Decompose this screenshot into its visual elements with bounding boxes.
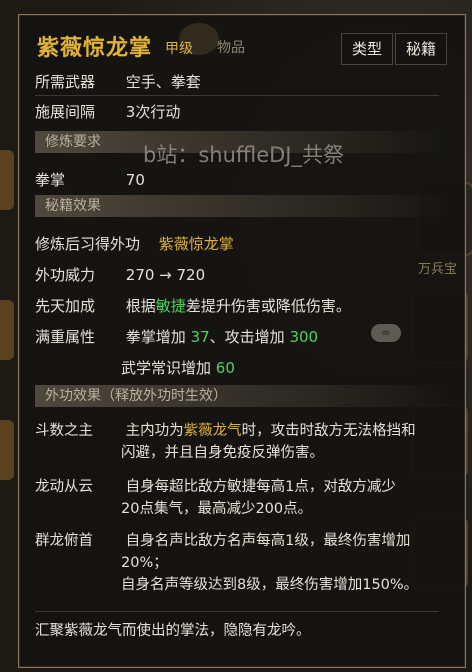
external-3-line1: 自身名声比敌方名声每高1级，最终伤害增加 xyxy=(125,533,411,549)
interval-label: 施展间隔 xyxy=(35,103,96,121)
external-effect-3-line3: 自身名声等级达到8级，最终伤害增加150%。 xyxy=(121,577,419,593)
requirement-row: 拳掌 70 xyxy=(35,169,145,190)
requirement-label: 拳掌 xyxy=(35,171,66,189)
weapon-value: 空手、拳套 xyxy=(125,73,201,91)
weapon-label: 所需武器 xyxy=(35,73,96,91)
watermark-text: b站：shuffleDJ_共祭 xyxy=(143,143,344,167)
tooltip-header: 紫薇惊龙掌 甲级 物品 类型 秘籍 xyxy=(19,15,465,71)
heavy-text-3: 武学常识增加 xyxy=(121,359,216,377)
type-tag: 类型 xyxy=(341,33,393,65)
faded-tab-label: 物品 xyxy=(217,40,245,56)
innate-label: 先天加成 xyxy=(35,297,96,315)
heavy-text-1: 拳掌增加 xyxy=(125,328,191,346)
interval-row: 施展间隔 3次行动 xyxy=(35,101,180,122)
item-grade: 甲级 xyxy=(165,41,193,57)
heavy-text-2: 、攻击增加 xyxy=(209,328,290,346)
external-2-line1: 自身每超比敌方敏捷每高1点，对敌方减少 xyxy=(125,479,396,495)
innate-attribute: 敏捷 xyxy=(155,297,186,315)
heavy-knowledge-value: 60 xyxy=(215,359,235,377)
external-1-text-c: 时，攻击时敌方无法格挡和 xyxy=(241,423,416,439)
heavy-label: 满重属性 xyxy=(35,328,96,346)
power-row: 外功威力 270 → 720 xyxy=(35,264,205,285)
section-effect: 秘籍效果 xyxy=(35,195,449,217)
external-name-2: 龙动从云 xyxy=(35,479,93,495)
interval-value: 3次行动 xyxy=(125,103,181,121)
external-effect-3: 群龙俯首 自身名声比敌方名声每高1级，最终伤害增加 xyxy=(35,531,410,552)
power-value: 270 → 720 xyxy=(125,266,206,284)
external-name-1: 斗数之主 xyxy=(35,423,93,439)
flavor-text: 汇聚紫薇龙气而使出的掌法，隐隐有龙吟。 xyxy=(35,623,311,639)
divider xyxy=(35,95,439,96)
item-title: 紫薇惊龙掌 xyxy=(37,36,153,61)
section-external: 外功效果（释放外功时生效） xyxy=(35,385,449,407)
external-1-text-a: 主内功为 xyxy=(125,423,184,439)
innate-text-c: 差提升伤害或降低伤害。 xyxy=(185,297,351,315)
power-label: 外功威力 xyxy=(35,266,96,284)
faded-badge-icon: ∞ xyxy=(371,324,401,342)
heavy-row: 满重属性 拳掌增加 37、攻击增加 300 xyxy=(35,326,318,347)
background-edge-slot xyxy=(0,420,14,480)
learn-value: 紫薇惊龙掌 xyxy=(158,235,234,253)
heavy-fist-value: 37 xyxy=(190,328,210,346)
heavy-attack-value: 300 xyxy=(289,328,319,346)
item-tooltip-panel: 紫薇惊龙掌 甲级 物品 类型 秘籍 所需武器 空手、拳套 施展间隔 3次行动 修… xyxy=(18,14,466,668)
background-skill-label: 万兵宝 xyxy=(418,262,458,277)
external-effect-2: 龙动从云 自身每超比敌方敏捷每高1点，对敌方减少 xyxy=(35,477,396,498)
requirement-value: 70 xyxy=(125,171,145,189)
background-edge-slot xyxy=(0,300,14,360)
divider xyxy=(35,611,439,612)
external-name-3: 群龙俯首 xyxy=(35,533,93,549)
weapon-row: 所需武器 空手、拳套 xyxy=(35,71,201,92)
external-effect-2-line2: 20点集气，最高减少200点。 xyxy=(121,501,313,517)
external-effect-1: 斗数之主 主内功为紫薇龙气时，攻击时敌方无法格挡和 xyxy=(35,421,416,442)
innate-text-a: 根据 xyxy=(125,297,156,315)
external-effect-1-line2: 闪避，并且自身免疫反弹伤害。 xyxy=(121,445,324,461)
heavy-row-2: 武学常识增加 60 xyxy=(121,357,235,378)
category-tag: 秘籍 xyxy=(395,33,447,65)
external-effect-3-line2: 20%； xyxy=(121,555,168,571)
innate-row: 先天加成 根据敏捷差提升伤害或降低伤害。 xyxy=(35,295,351,316)
background-edge-slot xyxy=(0,150,14,210)
learn-label: 修炼后习得外功 xyxy=(35,235,141,253)
learn-row: 修炼后习得外功 紫薇惊龙掌 xyxy=(35,233,234,254)
external-1-highlight: 紫薇龙气 xyxy=(183,423,242,439)
